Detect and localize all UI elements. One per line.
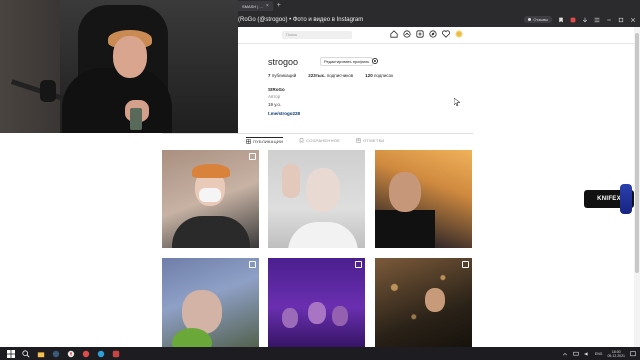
tagged-icon (356, 138, 361, 143)
new-post-icon[interactable] (416, 30, 424, 38)
profile-stats: 7 публикаций 223тыс. подписчиков 120 под… (268, 73, 393, 78)
close-window-icon[interactable] (630, 17, 636, 23)
post-thumbnail[interactable] (375, 258, 472, 356)
browser-tab[interactable]: SMASH | ... × (238, 1, 273, 11)
webcam-wall (0, 0, 60, 133)
tab-saved-label: СОХРАНЕННОЕ (306, 138, 341, 143)
browser-tab-label: SMASH | ... (242, 3, 263, 9)
instagram-nav (390, 30, 463, 38)
streamer-body (62, 68, 172, 133)
streamer-face (113, 36, 147, 78)
post-thumbnail[interactable] (375, 150, 472, 248)
start-icon[interactable] (6, 349, 15, 358)
saved-icon (300, 138, 304, 143)
drink-can (130, 108, 142, 130)
language-indicator[interactable]: ENG (595, 352, 603, 356)
notifications-icon[interactable] (630, 350, 636, 357)
steam-icon[interactable] (51, 349, 60, 358)
tab-posts-label: ПУБЛИКАЦИИ (253, 138, 284, 144)
photo-detail (308, 302, 326, 324)
chevron-up-icon[interactable] (562, 351, 568, 357)
windows-taskbar: ENG 18:00 05.12.2021 (0, 347, 640, 360)
photo-detail (389, 172, 421, 212)
following-stat[interactable]: 120 подписок (365, 73, 393, 78)
address-bar[interactable]: (RoGo (@strogoo) • Фото и видео в Instag… (238, 13, 640, 26)
photo-detail (288, 222, 358, 248)
clock[interactable]: 18:00 05.12.2021 (607, 350, 625, 358)
reviews-label: Отзывы (533, 17, 548, 22)
post-thumbnail[interactable] (162, 258, 259, 356)
carousel-icon (462, 261, 469, 268)
minimize-icon[interactable] (606, 17, 612, 23)
close-tab-icon[interactable]: × (266, 3, 269, 9)
yandex-browser-icon[interactable] (66, 349, 75, 358)
photo-detail (375, 210, 435, 248)
mouse-cursor-icon (454, 98, 460, 106)
carousel-icon (249, 153, 256, 160)
followers-stat[interactable]: 223тыс. подписчиков (308, 73, 353, 78)
direct-icon[interactable] (403, 30, 411, 38)
scrollbar-thumb[interactable] (635, 33, 639, 273)
photo-detail (306, 168, 340, 212)
bio-name: StRoGo (268, 87, 285, 92)
clock-date: 05.12.2021 (607, 353, 625, 358)
photo-detail (192, 164, 230, 178)
profile-tabs: ПУБЛИКАЦИИ СОХРАНЕННОЕ ОТМЕТКИ (162, 133, 473, 147)
webcam-overlay (0, 0, 238, 133)
photo-detail (375, 258, 472, 356)
system-tray: ENG 18:00 05.12.2021 (562, 347, 636, 360)
menu-icon[interactable] (594, 17, 600, 23)
tab-posts[interactable]: ПУБЛИКАЦИИ (246, 136, 284, 144)
photo-detail (282, 308, 298, 328)
profile-bio: StRoGo Автор 19 y.o. t.me/strogo228 (268, 86, 300, 118)
carousel-icon (355, 261, 362, 268)
extension-icon[interactable] (570, 17, 576, 23)
avatar[interactable] (455, 30, 463, 38)
bio-age: 19 y.o. (268, 102, 282, 107)
edit-profile-button[interactable]: Редактировать профиль (320, 57, 374, 66)
carousel-icon (249, 261, 256, 268)
tab-tagged[interactable]: ОТМЕТКИ (356, 138, 384, 143)
page-scrollbar[interactable] (634, 27, 640, 347)
post-thumbnail[interactable] (268, 150, 365, 248)
grid-icon (246, 138, 251, 144)
post-thumbnail[interactable] (162, 150, 259, 248)
posts-stat: 7 публикаций (268, 73, 297, 78)
bookmark-icon[interactable] (558, 17, 564, 23)
reviews-button[interactable]: Отзывы (524, 16, 552, 23)
network-icon[interactable] (573, 351, 579, 357)
photo-detail (425, 288, 445, 312)
microphone (40, 80, 56, 102)
post-thumbnail[interactable] (268, 258, 365, 356)
photo-detail (282, 164, 300, 198)
explorer-icon[interactable] (36, 349, 45, 358)
profile-username: strogoo (268, 57, 299, 67)
app-icon[interactable] (111, 349, 120, 358)
settings-icon[interactable] (371, 57, 379, 65)
new-tab-icon[interactable]: + (277, 1, 281, 11)
instagram-page: Поиск strogoo Редактировать профиль 7 пу… (238, 27, 640, 133)
search-icon[interactable] (21, 349, 30, 358)
page-title: (RoGo (@strogoo) • Фото и видео в Instag… (238, 16, 364, 23)
volume-icon[interactable] (584, 351, 590, 357)
home-icon[interactable] (390, 30, 398, 38)
photo-detail (199, 188, 221, 202)
activity-icon[interactable] (442, 30, 450, 38)
reviews-icon (528, 18, 532, 21)
photo-detail (172, 216, 250, 248)
download-icon[interactable] (582, 17, 588, 23)
tab-saved[interactable]: СОХРАНЕННОЕ (299, 138, 340, 143)
instagram-header: Поиск (238, 27, 640, 44)
photo-detail (332, 306, 348, 326)
search-input[interactable]: Поиск (282, 31, 352, 39)
tab-tagged-label: ОТМЕТКИ (363, 138, 385, 143)
explore-icon[interactable] (429, 30, 437, 38)
bio-link[interactable]: t.me/strogo228 (268, 110, 300, 118)
knifex-mascot (620, 184, 632, 214)
telegram-icon[interactable] (96, 349, 105, 358)
obs-icon[interactable] (81, 349, 90, 358)
tab-strip: SMASH | ... × + (238, 0, 281, 12)
browser-actions: Отзывы (524, 13, 636, 26)
maximize-icon[interactable] (618, 17, 624, 23)
